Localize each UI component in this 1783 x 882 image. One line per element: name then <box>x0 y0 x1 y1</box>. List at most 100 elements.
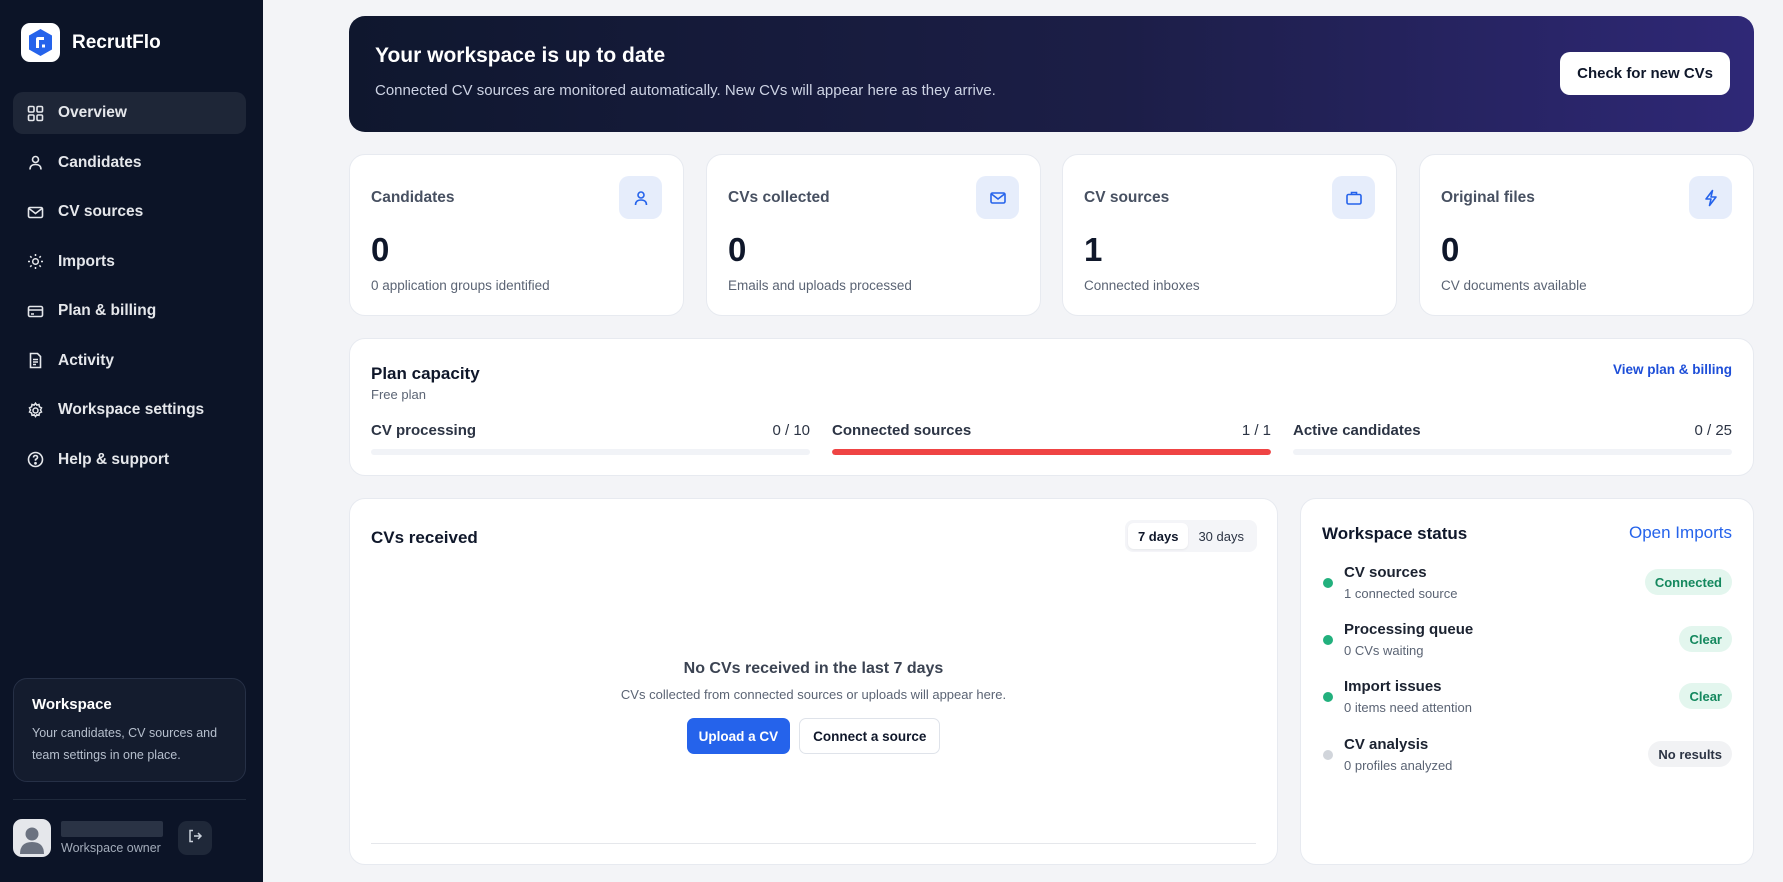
logo-icon <box>21 23 60 62</box>
workspace-status-title: Workspace status <box>1322 524 1468 543</box>
stat-label: Candidates <box>371 189 455 206</box>
user-profile[interactable]: Workspace owner <box>13 819 163 857</box>
cvs-received-card: CVs received 7 days 30 days No CVs recei… <box>349 498 1278 865</box>
stat-label: CV sources <box>1084 189 1170 206</box>
sidebar-item-label: Workspace settings <box>58 401 205 418</box>
sidebar-item-label: Help & support <box>58 450 170 468</box>
cvs-received-title: CVs received <box>371 528 478 547</box>
range-7-days[interactable]: 7 days <box>1127 523 1189 549</box>
status-name: CV analysis <box>1344 736 1429 753</box>
document-icon <box>26 352 44 370</box>
status-subtext: 0 items need attention <box>1344 700 1472 715</box>
stat-value: 0 <box>728 231 747 268</box>
status-row-cv-analysis: CV analysis 0 profiles analyzed No resul… <box>1322 736 1732 776</box>
range-toggle: 7 days 30 days <box>1124 520 1257 552</box>
stat-value: 0 <box>371 231 390 268</box>
plan-capacity-card: Plan capacity Free plan View plan & bill… <box>349 338 1754 476</box>
status-dot <box>1323 635 1333 645</box>
meter-track <box>1293 449 1732 455</box>
sidebar-item-candidates[interactable]: Candidates <box>13 142 246 184</box>
empty-state-actions: Upload a CV Connect a source <box>350 718 1277 754</box>
bolt-icon <box>1689 176 1732 219</box>
banner-description: Connected CV sources are monitored autom… <box>375 82 996 99</box>
status-badge: No results <box>1648 741 1732 767</box>
meter-value: 0 / 25 <box>1694 422 1732 439</box>
status-name: Import issues <box>1344 678 1442 695</box>
stat-subtext: Emails and uploads processed <box>728 278 912 293</box>
stat-label: CVs collected <box>728 189 830 206</box>
stat-card-original-files: Original files 0 CV documents available <box>1419 154 1754 316</box>
meter-label: Connected sources <box>832 422 972 439</box>
credit-card-icon <box>26 302 44 320</box>
gear-icon <box>26 401 44 419</box>
chart-baseline <box>371 843 1256 844</box>
status-banner: Your workspace is up to date Connected C… <box>349 16 1754 132</box>
sidebar-item-label: Imports <box>58 252 115 270</box>
empty-state-title: No CVs received in the last 7 days <box>683 660 944 677</box>
sidebar-item-cv-sources[interactable]: CV sources <box>13 191 246 233</box>
briefcase-icon <box>1332 176 1375 219</box>
status-badge: Clear <box>1679 626 1732 652</box>
sidebar-item-overview[interactable]: Overview <box>13 92 246 134</box>
stat-label: Original files <box>1441 189 1535 206</box>
plan-title: Plan capacity <box>371 364 480 383</box>
stat-subtext: 0 application groups identified <box>371 278 550 293</box>
open-imports-link[interactable]: Open Imports <box>1629 523 1732 543</box>
status-row-processing-queue: Processing queue 0 CVs waiting Clear <box>1322 621 1732 661</box>
user-icon <box>26 154 44 172</box>
meter-label: Active candidates <box>1293 422 1421 439</box>
app-name: RecrutFlo <box>72 31 161 53</box>
avatar <box>13 819 51 857</box>
meter-track <box>832 449 1271 455</box>
sidebar-item-workspace-settings[interactable]: Workspace settings <box>13 389 246 431</box>
meter-label: CV processing <box>371 422 477 439</box>
status-badge: Connected <box>1644 569 1732 595</box>
stat-card-cvs-collected: CVs collected 0 Emails and uploads proce… <box>706 154 1041 316</box>
sidebar: RecrutFlo Overview Candidates CV sources… <box>0 0 263 882</box>
status-dot <box>1323 750 1333 760</box>
stat-card-candidates: Candidates 0 0 application groups identi… <box>349 154 684 316</box>
logout-button[interactable] <box>178 821 212 855</box>
sidebar-item-activity[interactable]: Activity <box>13 340 246 382</box>
brand[interactable]: RecrutFlo <box>21 23 161 62</box>
meter-value: 0 / 10 <box>772 422 810 439</box>
upload-cv-button[interactable]: Upload a CV <box>686 718 791 754</box>
help-icon <box>26 451 44 469</box>
grid-icon <box>26 104 44 122</box>
sidebar-item-label: Candidates <box>58 153 142 171</box>
empty-state-text: CVs collected from connected sources or … <box>620 687 1007 702</box>
user-meta: Workspace owner <box>61 821 163 855</box>
user-icon <box>619 176 662 219</box>
status-subtext: 0 profiles analyzed <box>1344 758 1453 773</box>
workspace-status-card: Workspace status Open Imports CV sources… <box>1300 498 1754 865</box>
stat-card-cv-sources: CV sources 1 Connected inboxes <box>1062 154 1397 316</box>
status-dot <box>1323 578 1333 588</box>
check-for-new-cvs-button[interactable]: Check for new CVs <box>1560 52 1730 95</box>
logout-icon <box>187 828 203 849</box>
mail-icon <box>26 203 44 221</box>
status-dot <box>1323 692 1333 702</box>
sidebar-item-help-support[interactable]: Help & support <box>13 439 246 481</box>
status-row-import-issues: Import issues 0 items need attention Cle… <box>1322 678 1732 718</box>
connect-source-button[interactable]: Connect a source <box>799 718 941 754</box>
sidebar-item-plan-billing[interactable]: Plan & billing <box>13 290 246 332</box>
mail-icon <box>976 176 1019 219</box>
sidebar-item-label: Activity <box>58 351 114 369</box>
status-row-cv-sources: CV sources 1 connected source Connected <box>1322 564 1732 604</box>
status-name: Processing queue <box>1344 621 1474 638</box>
stat-subtext: CV documents available <box>1441 278 1587 293</box>
stat-value: 1 <box>1084 231 1103 268</box>
sidebar-item-label: CV sources <box>58 203 144 220</box>
meter-track <box>371 449 810 455</box>
meter-cv-processing: CV processing 0 / 10 <box>371 422 810 455</box>
status-name: CV sources <box>1344 564 1427 581</box>
view-plan-billing-link[interactable]: View plan & billing <box>1613 362 1732 377</box>
workspace-card-title: Workspace <box>32 696 112 713</box>
sidebar-item-imports[interactable]: Imports <box>13 241 246 283</box>
stat-subtext: Connected inboxes <box>1084 278 1200 293</box>
workspace-card: Workspace Your candidates, CV sources an… <box>13 678 246 782</box>
empty-state: No CVs received in the last 7 days CVs c… <box>350 660 1277 754</box>
range-30-days[interactable]: 30 days <box>1188 523 1254 549</box>
workspace-card-description: Your candidates, CV sources and team set… <box>32 726 218 762</box>
plan-subtitle: Free plan <box>371 387 426 402</box>
